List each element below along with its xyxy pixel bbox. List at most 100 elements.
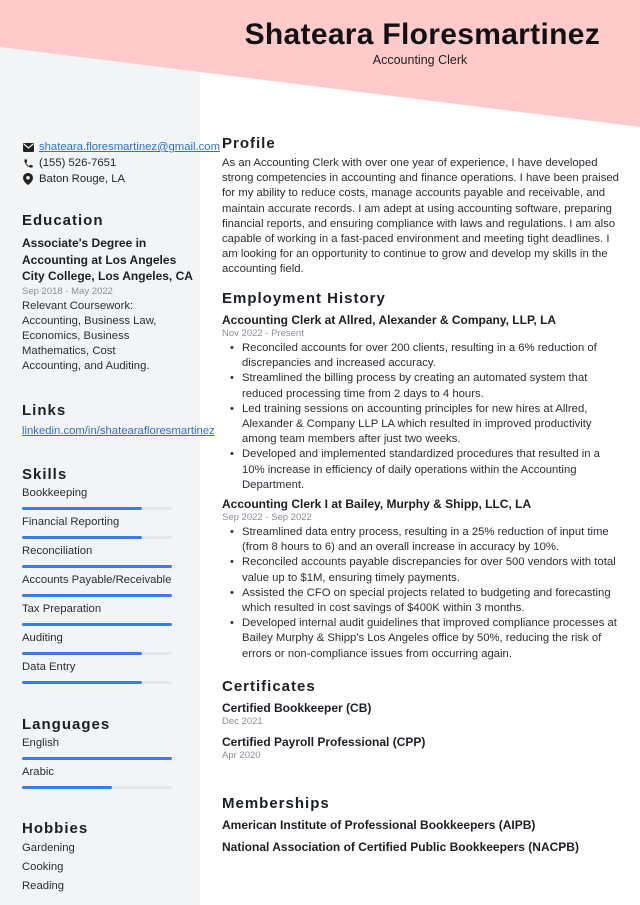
skill-label: Financial Reporting (22, 516, 120, 528)
hobbies-heading: Hobbies (22, 820, 89, 837)
links-section: Links linkedin.com/in/shatearafloresmart… (22, 402, 222, 437)
employment-heading: Employment History (222, 290, 386, 307)
skill-label: Reconciliation (22, 545, 93, 557)
skill-level-fill (22, 536, 142, 539)
languages-section: Languages English Arabic (22, 716, 202, 795)
hobbies-section: Hobbies Gardening Cooking Reading (22, 820, 202, 899)
contact-info: shateara.floresmartinez@gmail.com (155) … (22, 139, 220, 187)
certificate-date: Dec 2021 (222, 716, 263, 727)
contact-location: Baton Rouge, LA (22, 171, 220, 187)
skill-item: Bookkeeping (22, 487, 202, 516)
job-bullets: Streamlined data entry process, resultin… (222, 525, 622, 662)
skill-item: Reconciliation (22, 545, 202, 574)
phone-icon (22, 157, 34, 169)
skill-label: Accounts Payable/Receivable (22, 574, 172, 586)
memberships-section: Memberships American Institute of Profes… (222, 795, 622, 862)
contact-phone: (155) 526-7651 (22, 155, 220, 171)
job-bullet: Streamlined data entry process, resultin… (222, 525, 622, 555)
languages-list: English Arabic (22, 737, 202, 795)
skill-level-track (22, 681, 172, 684)
links-heading: Links (22, 402, 67, 419)
languages-heading: Languages (22, 716, 111, 733)
phone-number: (155) 526-7651 (39, 157, 117, 169)
language-item: Arabic (22, 766, 202, 795)
skill-level-track (22, 507, 172, 510)
job-bullet: Reconciled accounts payable discrepancie… (222, 555, 622, 585)
hobby-item: Reading (22, 880, 65, 892)
linkedin-link[interactable]: linkedin.com/in/shatearafloresmartinez (22, 425, 222, 437)
skill-item: Tax Preparation (22, 603, 202, 632)
skills-section: Skills Bookkeeping Financial Reporting Rec… (22, 466, 202, 690)
skill-level-track (22, 594, 172, 597)
education-heading: Education (22, 212, 104, 229)
profile-text: As an Accounting Clerk with over one yea… (222, 157, 619, 276)
contact-email: shateara.floresmartinez@gmail.com (22, 139, 220, 155)
job-title: Accounting Clerk (372, 53, 468, 67)
language-level-fill (22, 786, 112, 789)
language-level-track (22, 757, 172, 760)
skill-label: Auditing (22, 632, 63, 644)
certificates-section: Certificates Certified Bookkeeper (CB) D… (222, 678, 622, 761)
language-label: English (22, 737, 60, 749)
skills-heading: Skills (22, 466, 68, 483)
certificate-item: Certified Payroll Professional (CPP) Apr… (222, 735, 622, 761)
skill-item: Data Entry (22, 661, 202, 690)
skill-label: Data Entry (22, 661, 76, 673)
language-label: Arabic (22, 766, 55, 778)
skill-level-track (22, 565, 172, 568)
location-text: Baton Rouge, LA (39, 173, 126, 185)
skill-label: Bookkeeping (22, 487, 88, 499)
membership-item: American Institute of Professional Bookk… (222, 818, 536, 832)
hobby-item: Gardening (22, 842, 75, 854)
candidate-name: Shateara Floresmartinez (244, 18, 600, 51)
job-bullet: Streamlined the billing process by creat… (222, 371, 622, 401)
job-bullets: Reconciled accounts for over 200 clients… (222, 341, 622, 493)
certificate-name: Certified Bookkeeper (CB) (222, 701, 372, 715)
job-entry-title: Accounting Clerk at Allred, Alexander & … (222, 313, 557, 327)
skill-item: Financial Reporting (22, 516, 202, 545)
job-entry: Accounting Clerk at Allred, Alexander & … (222, 313, 622, 493)
skill-item: Accounts Payable/Receivable (22, 574, 202, 603)
job-entry: Accounting Clerk I at Bailey, Murphy & S… (222, 497, 622, 662)
profile-heading: Profile (222, 135, 276, 152)
skill-level-fill (22, 623, 172, 626)
job-bullet: Assisted the CFO on special projects rel… (222, 586, 622, 616)
job-bullet: Led training sessions on accounting prin… (222, 402, 622, 448)
certificate-item: Certified Bookkeeper (CB) Dec 2021 (222, 701, 622, 727)
email-link[interactable]: shateara.floresmartinez@gmail.com (39, 141, 220, 153)
language-level-fill (22, 757, 172, 760)
job-bullet: Reconciled accounts for over 200 clients… (222, 341, 622, 371)
job-bullet: Developed and implemented standardized p… (222, 447, 622, 493)
employment-section: Employment History Accounting Clerk at A… (222, 290, 622, 662)
job-bullet: Developed internal audit guidelines that… (222, 616, 622, 662)
profile-section: Profile As an Accounting Clerk with over… (222, 135, 622, 278)
map-pin-icon (22, 173, 34, 185)
envelope-icon (22, 141, 34, 153)
skill-level-track (22, 623, 172, 626)
job-entry-title: Accounting Clerk I at Bailey, Murphy & S… (222, 497, 532, 512)
job-entry-dates: Sep 2022 - Sep 2022 (222, 512, 312, 524)
skill-level-fill (22, 565, 172, 568)
education-degree: Associate's Degree in Accounting at Los … (22, 236, 193, 283)
membership-item: National Association of Certified Public… (222, 840, 579, 854)
skill-level-fill (22, 507, 142, 510)
language-level-track (22, 786, 172, 789)
education-section: Education Associate's Degree in Accounti… (22, 212, 202, 375)
certificate-date: Apr 2020 (222, 750, 261, 761)
skill-level-fill (22, 652, 142, 655)
skill-level-fill (22, 594, 172, 597)
skill-level-track (22, 652, 172, 655)
certificates-heading: Certificates (222, 678, 316, 695)
memberships-heading: Memberships (222, 795, 330, 812)
skill-level-fill (22, 681, 142, 684)
skill-label: Tax Preparation (22, 603, 102, 615)
language-item: English (22, 737, 202, 766)
job-entry-dates: Nov 2022 - Present (222, 328, 304, 339)
certificate-name: Certified Payroll Professional (CPP) (222, 735, 426, 749)
education-dates: Sep 2018 - May 2022 (22, 285, 113, 297)
education-description: Relevant Coursework: Accounting, Busines… (22, 299, 157, 373)
skills-list: Bookkeeping Financial Reporting Reconcilia… (22, 487, 202, 690)
hobby-item: Cooking (22, 861, 64, 873)
skill-item: Auditing (22, 632, 202, 661)
skill-level-track (22, 536, 172, 539)
